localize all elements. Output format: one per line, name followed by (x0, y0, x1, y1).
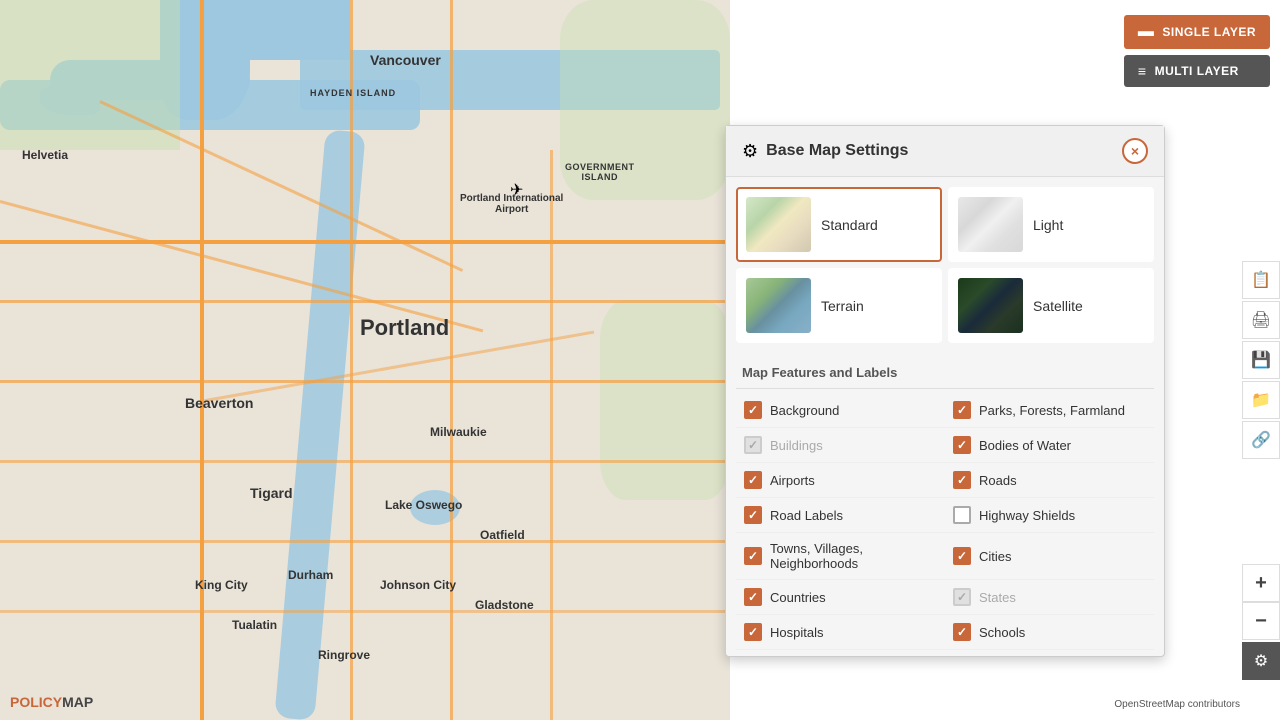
feature-hospitals-label: Hospitals (770, 625, 823, 640)
gear-icon: ⚙ (742, 141, 758, 162)
map-type-terrain-label: Terrain (821, 298, 864, 314)
feature-states: ✓ States (945, 580, 1154, 615)
toolbar-folder-button[interactable]: 📁 (1242, 381, 1280, 419)
feature-water-checkbox[interactable]: ✓ (953, 436, 971, 454)
feature-roads-label: Roads (979, 473, 1017, 488)
base-map-settings-panel: ⚙ Base Map Settings × Standard Light Ter… (725, 125, 1165, 657)
feature-parks-checkbox[interactable]: ✓ (953, 401, 971, 419)
feature-water-label: Bodies of Water (979, 438, 1071, 453)
feature-background-label: Background (770, 403, 839, 418)
map-type-terrain[interactable]: Terrain (736, 268, 942, 343)
features-section: Map Features and Labels ✓ Background ✓ P… (726, 353, 1164, 656)
feature-cities: ✓ Cities (945, 533, 1154, 580)
map-settings-button[interactable]: ⚙ (1242, 642, 1280, 680)
feature-parks: ✓ Parks, Forests, Farmland (945, 393, 1154, 428)
multi-layer-icon: ≡ (1138, 63, 1147, 79)
feature-towns-checkbox[interactable]: ✓ (744, 547, 762, 565)
city-label-johnson-city: Johnson City (380, 578, 456, 592)
map-type-standard[interactable]: Standard (736, 187, 942, 262)
feature-buildings-checkbox[interactable]: ✓ (744, 436, 762, 454)
feature-road-labels: ✓ Road Labels (736, 498, 945, 533)
airport-icon: ✈ (510, 180, 523, 200)
panel-title-area: ⚙ Base Map Settings (742, 141, 908, 162)
toolbar-print-button[interactable]: 🖨 (1242, 301, 1280, 339)
feature-parks-label: Parks, Forests, Farmland (979, 403, 1125, 418)
feature-hospitals-checkbox[interactable]: ✓ (744, 623, 762, 641)
zoom-out-button[interactable]: − (1242, 602, 1280, 640)
features-title: Map Features and Labels (736, 359, 1154, 389)
map-type-thumb-satellite (958, 278, 1023, 333)
feature-cities-checkbox[interactable]: ✓ (953, 547, 971, 565)
feature-roads-checkbox[interactable]: ✓ (953, 471, 971, 489)
map-type-grid: Standard Light Terrain Satellite (726, 177, 1164, 353)
feature-states-checkbox[interactable]: ✓ (953, 588, 971, 606)
feature-buildings-label: Buildings (770, 438, 823, 453)
multi-layer-button[interactable]: ≡ MULTI LAYER (1124, 55, 1270, 87)
feature-water: ✓ Bodies of Water (945, 428, 1154, 463)
feature-hospitals: ✓ Hospitals (736, 615, 945, 650)
single-layer-icon: ▬ (1138, 23, 1155, 41)
city-label-ringrove: Ringrove (318, 648, 370, 662)
feature-roads: ✓ Roads (945, 463, 1154, 498)
feature-schools-label: Schools (979, 625, 1025, 640)
map-type-thumb-terrain (746, 278, 811, 333)
map-canvas[interactable]: ✈ Vancouver HAYDEN ISLAND GOVERNMENTISLA… (0, 0, 730, 720)
feature-airports-checkbox[interactable]: ✓ (744, 471, 762, 489)
feature-towns: ✓ Towns, Villages, Neighborhoods (736, 533, 945, 580)
feature-schools: ✓ Schools (945, 615, 1154, 650)
toolbar-share-button[interactable]: 🔗 (1242, 421, 1280, 459)
feature-highway-shields-checkbox[interactable] (953, 506, 971, 524)
multi-layer-label: MULTI LAYER (1155, 64, 1239, 78)
single-layer-button[interactable]: ▬ SINGLE LAYER (1124, 15, 1270, 49)
feature-road-labels-checkbox[interactable]: ✓ (744, 506, 762, 524)
policymap-logo: POLICYMAP (10, 694, 93, 710)
zoom-in-button[interactable]: + (1242, 564, 1280, 602)
map-type-light[interactable]: Light (948, 187, 1154, 262)
zoom-controls: + − (1242, 564, 1280, 640)
feature-background: ✓ Background (736, 393, 945, 428)
map-type-satellite[interactable]: Satellite (948, 268, 1154, 343)
layer-buttons: ▬ SINGLE LAYER ≡ MULTI LAYER (1124, 15, 1270, 87)
feature-countries-label: Countries (770, 590, 826, 605)
map-attribution: OpenStreetMap contributors (1114, 699, 1240, 710)
city-label-tigard: Tigard (250, 485, 293, 501)
features-grid: ✓ Background ✓ Parks, Forests, Farmland … (736, 393, 1154, 650)
panel-title: Base Map Settings (766, 142, 908, 160)
feature-schools-checkbox[interactable]: ✓ (953, 623, 971, 641)
map-type-thumb-light (958, 197, 1023, 252)
feature-highway-shields-label: Highway Shields (979, 508, 1075, 523)
toolbar-copy-button[interactable]: 📋 (1242, 261, 1280, 299)
map-type-thumb-standard (746, 197, 811, 252)
feature-states-label: States (979, 590, 1016, 605)
feature-background-checkbox[interactable]: ✓ (744, 401, 762, 419)
feature-airports: ✓ Airports (736, 463, 945, 498)
map-type-light-label: Light (1033, 217, 1063, 233)
city-label-helvetia: Helvetia (22, 148, 68, 162)
single-layer-label: SINGLE LAYER (1162, 25, 1256, 39)
feature-cities-label: Cities (979, 549, 1012, 564)
map-type-satellite-label: Satellite (1033, 298, 1083, 314)
feature-buildings: ✓ Buildings (736, 428, 945, 463)
feature-airports-label: Airports (770, 473, 815, 488)
feature-countries-checkbox[interactable]: ✓ (744, 588, 762, 606)
feature-towns-label: Towns, Villages, Neighborhoods (770, 541, 937, 571)
map-type-standard-label: Standard (821, 217, 878, 233)
panel-header: ⚙ Base Map Settings × (726, 126, 1164, 177)
feature-road-labels-label: Road Labels (770, 508, 843, 523)
feature-countries: ✓ Countries (736, 580, 945, 615)
feature-highway-shields: Highway Shields (945, 498, 1154, 533)
city-label-tualatin: Tualatin (232, 618, 277, 632)
city-label-milwaukie: Milwaukie (430, 425, 487, 439)
panel-close-button[interactable]: × (1122, 138, 1148, 164)
toolbar-save-button[interactable]: 💾 (1242, 341, 1280, 379)
right-toolbar: 📋 🖨 💾 📁 🔗 (1242, 261, 1280, 459)
